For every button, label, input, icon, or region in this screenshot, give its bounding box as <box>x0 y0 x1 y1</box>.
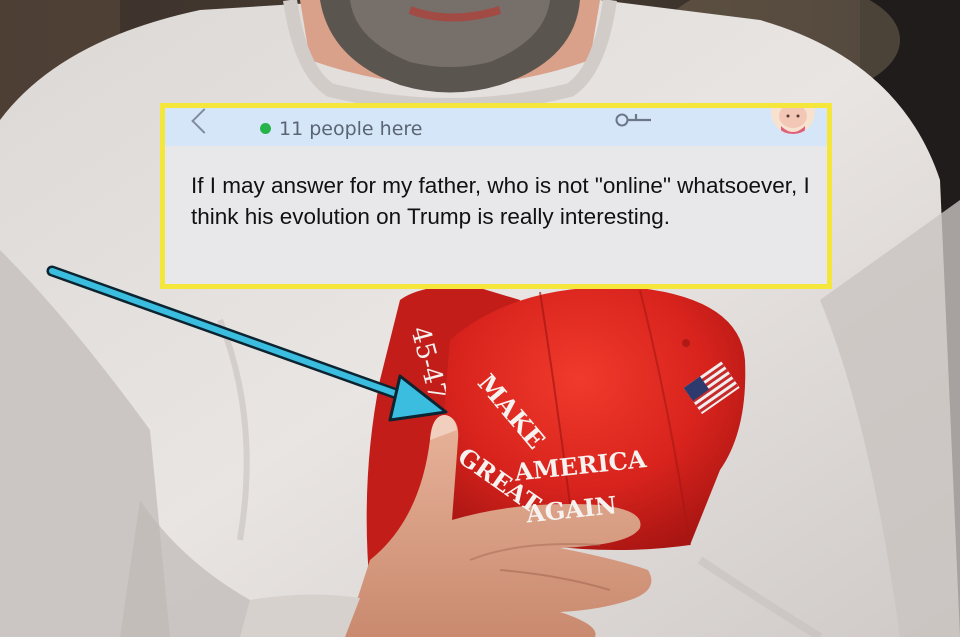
key-icon[interactable] <box>613 110 655 130</box>
avatar-icon[interactable] <box>771 108 815 134</box>
chat-screenshot-card: 11 people here If I may answer for my fa… <box>160 103 832 289</box>
people-here-count: 11 people here <box>279 118 423 140</box>
back-chevron-icon[interactable] <box>191 108 217 134</box>
background-photo: 45-47 <box>0 0 960 637</box>
chat-header: 11 people here <box>165 108 827 146</box>
online-dot-icon <box>260 123 271 134</box>
comment-text: If I may answer for my father, who is no… <box>191 173 810 229</box>
